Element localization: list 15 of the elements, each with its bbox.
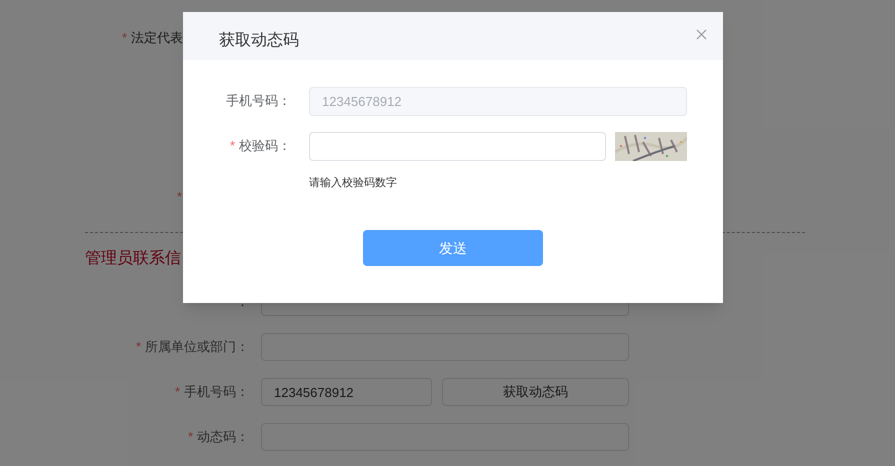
text-field[interactable]: [309, 132, 606, 160]
form-label: * 动态码：: [188, 428, 249, 446]
section-heading: 管理员联系信: [85, 248, 181, 269]
close-icon[interactable]: [696, 29, 707, 40]
form-label: 手机号码：: [226, 92, 291, 110]
get-code-button[interactable]: 获取动态码: [442, 378, 629, 406]
required-mark: *: [177, 188, 182, 206]
form-label: * 校验码：: [230, 137, 291, 156]
form-label: * 手机号码：: [174, 383, 249, 402]
form-label: * 所属单位或部门：: [136, 338, 249, 356]
dialog-title: 获取动态码: [219, 30, 299, 51]
hint-text: 请输入校验码数字: [309, 177, 397, 189]
text-field[interactable]: 12345678912: [261, 378, 432, 406]
form-label: * 法定代表: [122, 29, 184, 48]
send-button[interactable]: 发送: [363, 230, 543, 266]
